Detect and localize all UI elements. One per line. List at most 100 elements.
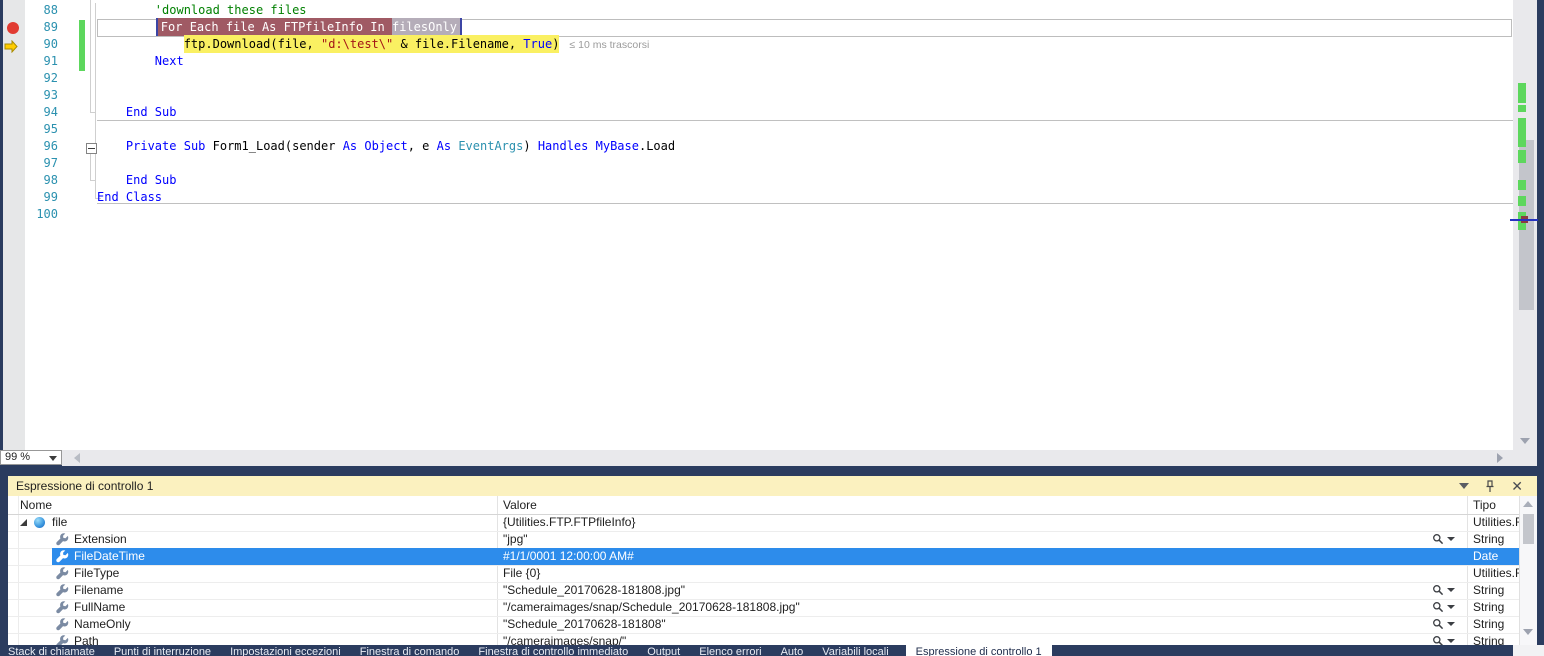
code-segment — [97, 37, 184, 51]
tab-finestra-di-controllo-immediato[interactable]: Finestra di controllo immediato — [476, 645, 630, 656]
chevron-down-icon — [1447, 605, 1455, 609]
scrollbar-down-arrow[interactable] — [1520, 438, 1530, 444]
column-header-type[interactable]: Tipo — [1473, 498, 1496, 512]
line-number: 90 — [25, 37, 58, 54]
outline-guide-line — [95, 3, 96, 199]
line-number: 93 — [25, 88, 58, 105]
editor-surface[interactable] — [25, 0, 1513, 450]
code-line-96[interactable]: Private Sub Form1_Load(sender As Object,… — [97, 139, 675, 156]
tab-output[interactable]: Output — [645, 645, 682, 656]
code-line-90[interactable]: ftp.Download(file, "d:\test\" & file.Fil… — [97, 37, 649, 54]
minimap-change-mark — [1518, 83, 1526, 103]
property-wrench-icon — [56, 635, 69, 645]
watch-value-cell: {Utilities.FTP.FTPfileInfo} — [503, 515, 1428, 530]
watch-name-cell: FileDateTime — [74, 549, 145, 564]
watch-row-filetype[interactable]: FileTypeFile {0}Utilities.F — [8, 565, 1537, 583]
window-position-menu-button[interactable] — [1459, 483, 1469, 489]
code-segment — [97, 54, 155, 68]
tab-elenco-errori[interactable]: Elenco errori — [697, 645, 763, 656]
tab-espressione-di-controllo-1[interactable]: Espressione di controllo 1 — [906, 645, 1052, 656]
expand-collapse-icon[interactable] — [20, 519, 27, 526]
code-segment: Form1_Load(sender — [205, 139, 342, 153]
watch-row-nameonly[interactable]: NameOnly"Schedule_20170628-181808"String — [8, 616, 1537, 634]
code-segment: As — [343, 139, 357, 153]
tab-auto[interactable]: Auto — [779, 645, 806, 656]
text-visualizer-button[interactable] — [1432, 618, 1455, 630]
code-segment: EventArgs — [458, 139, 523, 153]
tab-variabili-locali[interactable]: Variabili locali — [820, 645, 890, 656]
watch-name-cell: Filename — [74, 583, 123, 598]
watch-value-cell: "jpg" — [503, 532, 1428, 547]
scrollbar-up-arrow[interactable] — [1523, 501, 1533, 507]
chevron-down-icon — [1447, 588, 1455, 592]
change-tracking-bar — [79, 20, 85, 71]
tab-punti-di-interruzione[interactable]: Punti di interruzione — [112, 645, 213, 656]
code-segment: ) — [523, 139, 537, 153]
watch-value-cell: "/cameraimages/snap/Schedule_20170628-18… — [503, 600, 1428, 615]
watch-value-cell: "Schedule_20170628-181808.jpg" — [503, 583, 1428, 598]
breakpoint-indicator[interactable] — [7, 22, 19, 34]
text-visualizer-button[interactable] — [1432, 635, 1455, 645]
code-segment — [588, 139, 595, 153]
watch-value-cell: "Schedule_20170628-181808" — [503, 617, 1428, 632]
property-wrench-icon — [56, 601, 69, 617]
tab-stack-di-chiamate[interactable]: Stack di chiamate — [6, 645, 97, 656]
watch-grid: Nome Valore Tipo file{Utilities.FTP.FTPf… — [8, 496, 1537, 645]
watch-row-filedatetime[interactable]: FileDateTime#1/1/0001 12:00:00 AM#Date — [8, 548, 1537, 566]
code-line-94[interactable]: End Sub — [97, 105, 176, 122]
line-number: 95 — [25, 122, 58, 139]
watch-row-extension[interactable]: Extension"jpg"String — [8, 531, 1537, 549]
tool-window-tab-strip: Stack di chiamate Punti di interruzione Im… — [0, 645, 1544, 656]
watch-name-cell: FullName — [74, 600, 125, 615]
code-segment: ftp.Download(file, — [184, 35, 321, 53]
watch-row-filename[interactable]: Filename"Schedule_20170628-181808.jpg"St… — [8, 582, 1537, 600]
collapse-region-toggle[interactable] — [86, 143, 97, 154]
watch-name-cell: Path — [74, 634, 99, 645]
line-number: 96 — [25, 139, 58, 156]
chevron-down-icon — [1447, 622, 1455, 626]
watch-vertical-scrollbar[interactable] — [1519, 496, 1537, 645]
tab-finestra-di-comando[interactable]: Finestra di comando — [358, 645, 462, 656]
scrollbar-down-arrow[interactable] — [1523, 629, 1533, 635]
property-wrench-icon — [56, 567, 69, 583]
close-icon: ✕ — [1511, 479, 1523, 493]
text-visualizer-button[interactable] — [1432, 533, 1455, 545]
breakpoint-margin[interactable] — [3, 0, 25, 450]
minimap-caret-line — [1510, 219, 1538, 221]
close-button[interactable]: ✕ — [1511, 479, 1523, 493]
scrollbar-right-arrow[interactable] — [1497, 453, 1503, 463]
breakpoint-highlight: For Each file As FTPfileInfo In filesOnl… — [156, 18, 462, 36]
editor-horizontal-scrollbar[interactable] — [62, 450, 1537, 466]
pin-button[interactable] — [1485, 480, 1495, 493]
code-segment: & file.Filename, — [393, 35, 523, 53]
editor-vertical-scrollbar[interactable] — [1513, 0, 1537, 450]
text-visualizer-button[interactable] — [1432, 601, 1455, 613]
code-segment: Next — [155, 54, 184, 68]
code-segment: 'download these files — [97, 3, 307, 17]
code-segment: End Class — [97, 190, 162, 204]
editor-zoom-combo[interactable]: 99 % — [0, 450, 62, 465]
code-segment: "d:\test\" — [321, 35, 393, 53]
line-number: 94 — [25, 105, 58, 122]
watch-row-path[interactable]: Path"/cameraimages/snap/"String — [8, 633, 1537, 645]
code-line-91[interactable]: Next — [97, 54, 184, 71]
tab-impostazioni-eccezioni[interactable]: Impostazioni eccezioni — [228, 645, 343, 656]
line-number: 88 — [25, 3, 58, 20]
scrollbar-left-arrow[interactable] — [74, 453, 80, 463]
column-header-name[interactable]: Nome — [20, 498, 52, 512]
text-visualizer-button[interactable] — [1432, 584, 1455, 596]
minimap-change-mark — [1518, 180, 1526, 190]
property-wrench-icon — [56, 618, 69, 634]
pin-icon — [1485, 480, 1495, 493]
column-header-value[interactable]: Valore — [503, 498, 537, 512]
code-segment: End Sub — [126, 105, 177, 119]
scrollbar-thumb[interactable] — [1523, 514, 1534, 544]
watch-row-fullname[interactable]: FullName "/cameraimages/snap/Schedule_201… — [8, 599, 1537, 617]
line-number: 92 — [25, 71, 58, 88]
line-number: 99 — [25, 190, 58, 207]
watch-window-titlebar[interactable]: Espressione di controllo 1 ✕ — [8, 476, 1537, 496]
code-segment — [176, 139, 183, 153]
code-line-98[interactable]: End Sub — [97, 173, 176, 190]
watch-row-file[interactable]: file{Utilities.FTP.FTPfileInfo}Utilities… — [8, 514, 1537, 532]
code-line-99[interactable]: End Class — [97, 190, 162, 207]
